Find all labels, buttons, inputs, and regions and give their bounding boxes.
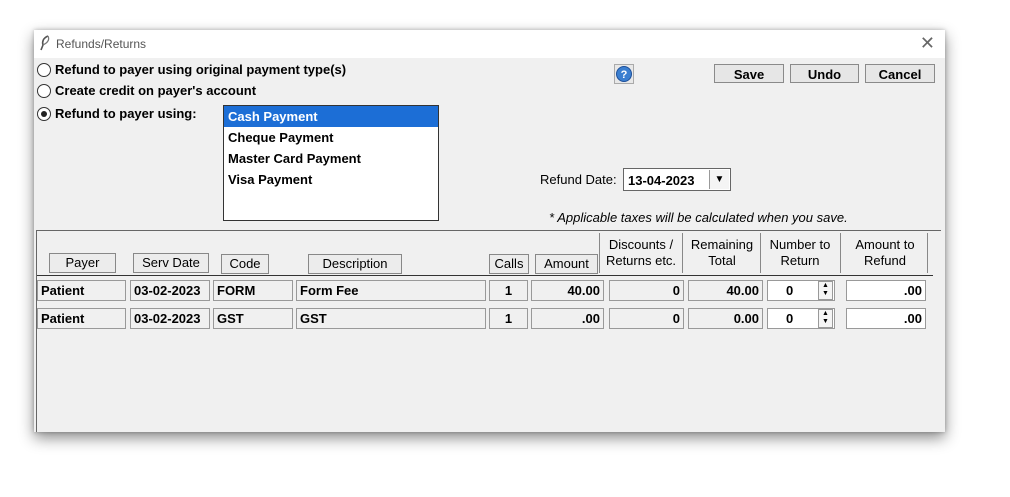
header-payer[interactable]: Payer [49, 253, 116, 273]
header-amount[interactable]: Amount [535, 254, 598, 274]
header-line: Refund [864, 253, 906, 268]
payment-method-list[interactable]: Cash Payment Cheque Payment Master Card … [223, 105, 439, 221]
cell-payer: Patient [37, 280, 126, 301]
radio-label: Create credit on payer's account [55, 83, 257, 98]
radio-original-type[interactable]: Refund to payer using original payment t… [37, 62, 346, 77]
cell-payer: Patient [37, 308, 126, 329]
cell-description: Form Fee [296, 280, 486, 301]
header-code[interactable]: Code [221, 254, 269, 274]
list-item[interactable]: Cheque Payment [224, 127, 438, 148]
header-remaining[interactable]: Remaining Total [685, 237, 759, 269]
radio-refund-using[interactable]: Refund to payer using: [37, 106, 197, 121]
cell-amount: .00 [531, 308, 604, 329]
header-line: Amount to [855, 237, 915, 252]
cell-discounts: 0 [609, 280, 684, 301]
radio-label: Refund to payer using original payment t… [55, 62, 347, 77]
title-bar: Refunds/Returns ✕ [34, 30, 945, 58]
header-line: Discounts / [608, 237, 674, 252]
cell-serv-date: 03-02-2023 [130, 308, 210, 329]
header-description[interactable]: Description [308, 254, 402, 274]
cell-description: GST [296, 308, 486, 329]
undo-button[interactable]: Undo [790, 64, 859, 83]
header-divider [682, 233, 683, 273]
amount-to-refund-input[interactable]: .00 [846, 308, 926, 329]
header-line: Return [780, 253, 820, 268]
radio-button[interactable] [37, 62, 51, 77]
header-discounts[interactable]: Discounts / Returns etc. [600, 237, 682, 269]
cell-calls: 1 [489, 308, 528, 329]
header-amount-to-refund[interactable]: Amount to Refund [843, 237, 927, 269]
save-button[interactable]: Save [714, 64, 784, 83]
radio-credit-account[interactable]: Create credit on payer's account [37, 83, 256, 98]
header-divider [760, 233, 761, 273]
header-line: Remaining [690, 237, 754, 252]
spinner-arrows-icon[interactable]: ▲ ▼ [818, 281, 833, 300]
header-divider [840, 233, 841, 273]
header-line: Number to [769, 237, 831, 252]
cell-code: FORM [213, 280, 293, 301]
tax-note: * Applicable taxes will be calculated wh… [549, 210, 848, 225]
chevron-down-icon[interactable]: ▼ [709, 170, 729, 189]
header-serv-date[interactable]: Serv Date [133, 253, 209, 273]
svg-text:?: ? [621, 69, 628, 81]
list-item[interactable]: Cash Payment [224, 106, 438, 127]
spinner-arrows-icon[interactable]: ▲ ▼ [818, 309, 833, 328]
close-icon[interactable]: ✕ [920, 33, 935, 53]
header-underline [37, 275, 933, 276]
header-divider [927, 233, 928, 273]
cell-serv-date: 03-02-2023 [130, 280, 210, 301]
header-calls[interactable]: Calls [489, 254, 529, 274]
cell-code: GST [213, 308, 293, 329]
list-item[interactable]: Visa Payment [224, 169, 438, 190]
refund-table: Payer Serv Date Code Description Calls A… [36, 230, 941, 432]
window-title: Refunds/Returns [56, 37, 147, 51]
radio-button-checked[interactable] [37, 106, 51, 121]
radio-label: Refund to payer using: [55, 106, 197, 121]
help-icon[interactable]: ? [614, 64, 634, 84]
radio-button[interactable] [37, 83, 51, 98]
refund-date-label: Refund Date: [540, 172, 617, 187]
cell-amount: 40.00 [531, 280, 604, 301]
cell-discounts: 0 [609, 308, 684, 329]
refund-date-combo[interactable]: 13-04-2023 ▼ [623, 168, 731, 191]
header-number-to-return[interactable]: Number to Return [762, 237, 838, 269]
refunds-dialog: Refunds/Returns ✕ Refund to payer using … [34, 30, 945, 432]
app-feather-icon [40, 35, 50, 51]
header-line: Total [708, 253, 736, 268]
amount-to-refund-input[interactable]: .00 [846, 280, 926, 301]
cell-remaining: 0.00 [688, 308, 763, 329]
list-item[interactable]: Master Card Payment [224, 148, 438, 169]
cell-remaining: 40.00 [688, 280, 763, 301]
refund-date-value: 13-04-2023 [628, 173, 695, 188]
cancel-button[interactable]: Cancel [865, 64, 935, 83]
cell-calls: 1 [489, 280, 528, 301]
header-divider [599, 233, 600, 273]
header-line: Returns etc. [605, 253, 677, 268]
